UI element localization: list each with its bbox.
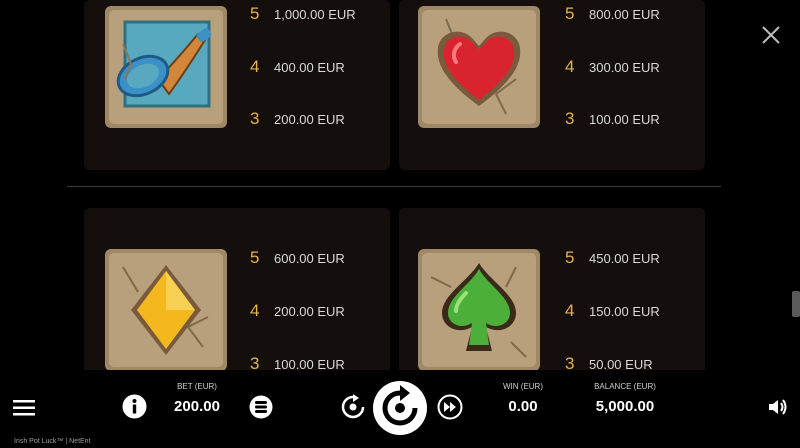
close-icon[interactable] — [760, 24, 782, 46]
paytable-card-diamond: 5 600.00 EUR 4 200.00 EUR 3 100.00 EUR — [84, 208, 390, 378]
symbol-count: 3 — [565, 109, 575, 128]
payout-row: 4 200.00 EUR — [250, 301, 345, 321]
symbol-count: 4 — [565, 301, 575, 320]
win-label: WIN (EUR) — [503, 382, 543, 391]
payout-amount: 150.00 EUR — [589, 303, 660, 319]
info-icon[interactable] — [122, 394, 147, 419]
payout-row: 4 400.00 EUR — [250, 57, 345, 77]
game-footer: Irish Pot Luck™ | NetEnt — [14, 438, 91, 445]
payout-amount: 400.00 EUR — [274, 59, 345, 75]
paytable-card-heart: 5 800.00 EUR 4 300.00 EUR 3 100.00 EUR — [399, 0, 705, 170]
coin-stack-icon[interactable] — [249, 395, 273, 419]
payout-row: 5 450.00 EUR — [565, 248, 660, 268]
payout-amount: 300.00 EUR — [589, 59, 660, 75]
symbol-count: 3 — [250, 109, 260, 128]
autoplay-icon[interactable] — [340, 394, 366, 420]
payout-amount: 100.00 EUR — [589, 111, 660, 127]
balance-label: BALANCE (EUR) — [594, 382, 656, 391]
paytable-card-spade: 5 450.00 EUR 4 150.00 EUR 3 50.00 EUR — [399, 208, 705, 378]
payout-row: 3 200.00 EUR — [250, 109, 345, 129]
menu-icon[interactable] — [13, 399, 35, 417]
spade-icon — [418, 249, 540, 371]
spin-button[interactable] — [373, 381, 427, 435]
diamond-icon — [105, 249, 227, 371]
symbol-count: 5 — [250, 248, 260, 267]
bet-value: 200.00 — [174, 398, 220, 415]
payout-amount: 200.00 EUR — [274, 111, 345, 127]
paytable-card-horn: 5 1,000.00 EUR 4 400.00 EUR 3 200.00 EUR — [84, 0, 390, 170]
payout-row: 4 150.00 EUR — [565, 301, 660, 321]
payout-amount: 800.00 EUR — [589, 6, 660, 22]
symbol-count: 5 — [565, 4, 575, 23]
symbol-count: 4 — [565, 57, 575, 76]
payout-row: 5 1,000.00 EUR — [250, 4, 356, 24]
payout-row: 4 300.00 EUR — [565, 57, 660, 77]
payout-row: 5 600.00 EUR — [250, 248, 345, 268]
payout-row: 5 800.00 EUR — [565, 4, 660, 24]
symbol-count: 4 — [250, 57, 260, 76]
symbol-count: 5 — [565, 248, 575, 267]
fast-forward-icon[interactable] — [437, 394, 463, 420]
payout-amount: 600.00 EUR — [274, 250, 345, 266]
payout-amount: 200.00 EUR — [274, 303, 345, 319]
section-divider — [67, 186, 721, 187]
payout-amount: 450.00 EUR — [589, 250, 660, 266]
horn-icon — [105, 6, 227, 128]
symbol-count: 5 — [250, 4, 260, 23]
scrollbar-thumb[interactable] — [792, 291, 800, 317]
balance-value: 5,000.00 — [595, 398, 655, 415]
sound-icon[interactable] — [768, 398, 788, 416]
payout-row: 3 100.00 EUR — [565, 109, 660, 129]
heart-icon — [418, 6, 540, 128]
bet-label: BET (EUR) — [177, 382, 217, 391]
symbol-count: 4 — [250, 301, 260, 320]
win-value: 0.00 — [508, 398, 538, 415]
control-bar: BET (EUR) 200.00 WIN (EUR) 0.00 BALANCE … — [0, 370, 800, 448]
payout-amount: 1,000.00 EUR — [274, 6, 356, 22]
